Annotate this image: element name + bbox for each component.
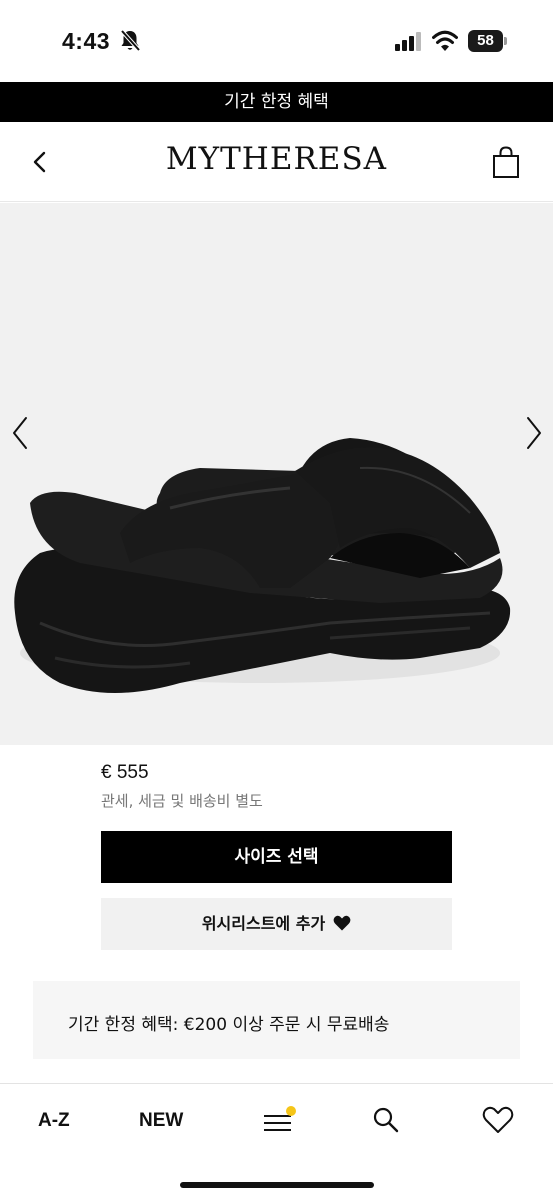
cellular-signal-icon [395, 32, 421, 51]
chevron-right-icon[interactable] [518, 413, 548, 453]
chevron-left-icon[interactable] [6, 413, 36, 453]
home-indicator [180, 1182, 374, 1188]
battery-level: 58 [477, 32, 494, 49]
nav-az[interactable]: A-Z [38, 1110, 70, 1132]
product-price: € 555 [101, 762, 149, 783]
search-icon[interactable] [372, 1106, 400, 1134]
wifi-icon [432, 30, 458, 51]
offer-text: 기간 한정 혜택: €200 이상 주문 시 무료배송 [68, 1015, 390, 1035]
nav-new[interactable]: NEW [139, 1110, 183, 1132]
menu-icon[interactable] [262, 1106, 298, 1136]
product-gallery[interactable] [0, 203, 553, 745]
heart-icon [333, 915, 351, 931]
status-time: 4:43 [62, 28, 111, 54]
add-to-wishlist-button[interactable]: 위시리스트에 추가 [101, 898, 452, 950]
notification-dot [286, 1106, 296, 1116]
brand-logo[interactable]: MYTHERESA [0, 141, 553, 177]
header: MYTHERESA [0, 122, 553, 202]
shopping-bag-icon[interactable] [489, 145, 523, 179]
add-to-wishlist-label: 위시리스트에 추가 [201, 914, 326, 933]
battery-indicator: 58 [468, 30, 508, 52]
status-bar: 4:43 58 [0, 0, 553, 82]
select-size-button[interactable]: 사이즈 선택 [101, 831, 452, 883]
select-size-label: 사이즈 선택 [234, 847, 319, 867]
offer-box: 기간 한정 혜택: €200 이상 주문 시 무료배송 [33, 981, 520, 1059]
tax-note: 관세, 세금 및 배송비 별도 [101, 792, 263, 810]
bell-slash-icon [120, 29, 141, 52]
product-image [14, 438, 511, 693]
bottom-nav: A-Z NEW [0, 1083, 553, 1200]
promo-banner[interactable]: 기간 한정 혜택 [0, 82, 553, 122]
heart-outline-icon[interactable] [482, 1106, 514, 1134]
